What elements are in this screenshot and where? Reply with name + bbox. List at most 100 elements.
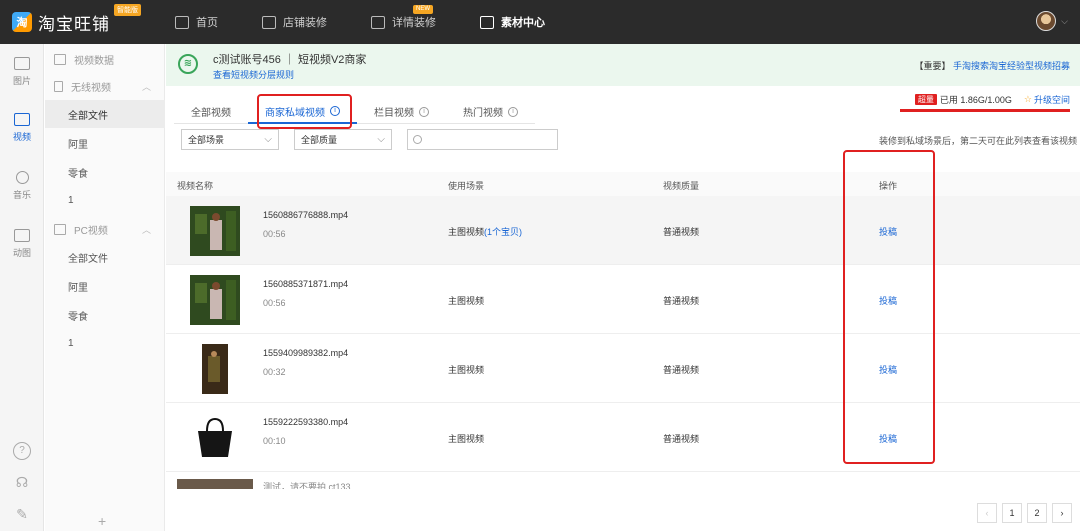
duration: 00:32 <box>263 367 286 377</box>
col-quality: 视频质量 <box>663 181 700 191</box>
phone-icon <box>54 80 63 92</box>
rail-item-video[interactable]: 视频 <box>0 113 44 143</box>
storage-bar-fill <box>900 109 1070 112</box>
page-button[interactable]: 2 <box>1027 503 1047 523</box>
left-rail: 图片 视频 音乐 动图 ? ☊ ✎ <box>0 44 44 531</box>
nav-store-decoration[interactable]: 店铺装修 <box>262 0 327 44</box>
chevron-up-icon: ︿ <box>141 81 151 92</box>
video-thumbnail[interactable] <box>190 275 240 325</box>
file-name: 1559409989382.mp4 <box>263 348 349 358</box>
scene-select[interactable]: 全部场景 ⌵ <box>181 129 279 150</box>
account-title: c测试账号456 ｜ 短视频V2商家 <box>213 54 367 66</box>
sidebar-label: 1 <box>68 194 74 206</box>
help-icon[interactable]: ? <box>13 442 31 460</box>
nav-material-center[interactable]: 素材中心 <box>480 0 545 44</box>
search-input[interactable] <box>426 130 556 149</box>
chevron-down-icon: ⌵ <box>377 134 385 145</box>
edit-icon[interactable]: ✎ <box>13 505 31 523</box>
file-name: 1559222593380.mp4 <box>263 417 349 427</box>
video-thumbnail[interactable] <box>190 206 240 256</box>
sidebar-label: 1 <box>68 337 74 349</box>
headset-icon[interactable]: ☊ <box>13 473 31 491</box>
pagination: ‹ 1 2 › <box>972 503 1072 523</box>
sidebar-group-wireless[interactable]: 无线视频 ︿ <box>45 72 165 100</box>
next-page-button[interactable]: › <box>1052 503 1072 523</box>
table-row: 1559409989382.mp4 00:32 主图视频 普通视频 投稿 <box>166 334 1080 403</box>
tab-hot-videos[interactable]: 热门视频 i <box>446 100 535 124</box>
sidebar-item-folder[interactable]: 阿里 <box>45 272 165 300</box>
music-icon <box>15 171 29 184</box>
video-thumbnail[interactable] <box>190 344 240 394</box>
search-icon <box>413 135 422 144</box>
bar-chart-icon <box>54 53 66 65</box>
taobao-logo-icon: 淘 <box>12 12 32 32</box>
filter-note: 装修到私域场景后，第二天可在此列表查看该视频 <box>878 136 1077 146</box>
user-menu[interactable]: ⌵ <box>1036 11 1068 31</box>
sidebar-item-folder[interactable]: 1 <box>45 329 165 357</box>
info-icon[interactable]: i <box>419 106 429 117</box>
page-button[interactable]: 1 <box>1002 503 1022 523</box>
nav-home[interactable]: 首页 <box>175 0 218 44</box>
sidebar-item-all-files[interactable]: 全部文件 <box>45 100 165 128</box>
layers-icon: ≋ <box>178 54 198 74</box>
folder-icon <box>480 15 494 29</box>
video-quality: 普通视频 <box>663 227 700 237</box>
scene-items-link[interactable]: (1个宝贝) <box>484 227 522 237</box>
edition-badge: 智能版 <box>114 4 141 16</box>
sidebar-label: 阿里 <box>68 139 88 151</box>
table-header: 视频名称 使用场景 视频质量 操作 <box>166 172 1080 196</box>
rail-item-gif[interactable]: 动图 <box>0 229 44 259</box>
new-badge: NEW <box>413 5 433 14</box>
video-thumbnail[interactable] <box>177 479 253 489</box>
tab-column-videos[interactable]: 栏目视频 i <box>357 100 446 124</box>
rail-label: 图片 <box>12 76 31 86</box>
sidebar-item-folder[interactable]: 阿里 <box>45 129 165 157</box>
upgrade-space-link[interactable]: 升级空间 <box>1034 93 1070 106</box>
sidebar-item-video-data[interactable]: 视频数据 <box>45 45 165 73</box>
detail-icon <box>371 15 385 29</box>
overage-tag: 超量 <box>914 94 937 105</box>
sidebar-item-folder[interactable]: 零食 <box>45 301 165 329</box>
tab-all-videos[interactable]: 全部视频 <box>174 100 248 124</box>
sidebar-label: 视频数据 <box>74 55 114 67</box>
video-quality: 普通视频 <box>663 296 700 306</box>
folder-sidebar: 视频数据 无线视频 ︿ 全部文件 阿里 零食 1 PC视频 ︿ 全部文件 阿里 … <box>45 44 165 531</box>
duration: 00:10 <box>263 436 286 446</box>
app-logo[interactable]: 淘 淘宝旺铺 智能版 <box>0 0 165 44</box>
store-icon <box>262 15 276 29</box>
table-row: 1560886776888.mp4 00:56 主图视频(1个宝贝) 普通视频 … <box>166 196 1080 265</box>
prev-page-button[interactable]: ‹ <box>977 503 997 523</box>
duration: 00:56 <box>263 298 286 308</box>
sidebar-item-folder[interactable]: 1 <box>45 186 165 214</box>
nav-material-label: 素材中心 <box>501 17 545 29</box>
col-scene: 使用场景 <box>448 181 485 191</box>
tier-rules-link[interactable]: 查看短视频分层规则 <box>213 68 294 81</box>
recruit-link[interactable]: 手淘搜索淘宝经验型视频招募 <box>953 61 1070 71</box>
sidebar-label: 无线视频 <box>71 82 111 94</box>
home-icon <box>175 15 189 29</box>
quality-select-value: 全部质量 <box>301 135 338 145</box>
duration: 00:56 <box>263 229 286 239</box>
star-icon: ☆ <box>1023 94 1032 104</box>
filter-bar: 全部场景 ⌵ 全部质量 ⌵ <box>181 129 558 150</box>
table-row: 1559222593380.mp4 00:10 主图视频 普通视频 投稿 <box>166 403 1080 472</box>
scene-select-value: 全部场景 <box>188 135 225 145</box>
usage-scene: 主图视频 <box>448 296 485 306</box>
rail-item-image[interactable]: 图片 <box>0 57 44 87</box>
info-icon[interactable]: i <box>508 106 518 117</box>
monitor-icon <box>54 223 66 235</box>
video-thumbnail[interactable] <box>190 413 240 463</box>
sidebar-label: 阿里 <box>68 282 88 294</box>
add-folder-button[interactable]: + <box>98 513 106 529</box>
sidebar-item-all-files[interactable]: 全部文件 <box>45 243 165 271</box>
storage-usage: 超量 已用 1.86G/1.00G ☆ 升级空间 <box>914 93 1070 106</box>
sidebar-item-folder[interactable]: 零食 <box>45 158 165 186</box>
rail-item-music[interactable]: 音乐 <box>0 171 44 201</box>
scene-text: 主图视频 <box>448 227 485 237</box>
sidebar-label: 全部文件 <box>68 110 108 122</box>
sidebar-group-pc[interactable]: PC视频 ︿ <box>45 215 165 243</box>
rail-label: 视频 <box>12 132 31 142</box>
nav-detail-decoration[interactable]: 详情装修 NEW <box>371 0 436 44</box>
quality-select[interactable]: 全部质量 ⌵ <box>294 129 392 150</box>
nav-home-label: 首页 <box>196 17 218 29</box>
